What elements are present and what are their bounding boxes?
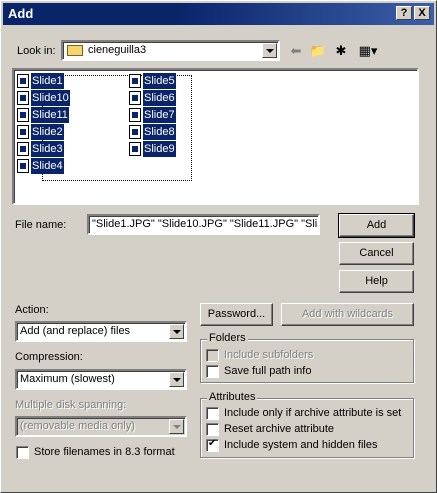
save-full-path-label: Save full path info (224, 365, 312, 377)
action-value: Add (and replace) files (20, 325, 131, 337)
system-hidden-checkbox[interactable] (206, 438, 219, 452)
title-bar[interactable]: Add ? X (3, 3, 434, 25)
include-subfolders-checkbox (206, 349, 219, 362)
compression-label: Compression: (15, 351, 83, 363)
file-name-value: "Slide1.JPG" "Slide10.JPG" "Slide11.JPG"… (92, 218, 318, 230)
add-dialog: Add ? X Look in: cieneguilla3 ⬅ 📁 ✱ ▦▾ S… (0, 0, 437, 493)
system-hidden-label: Include system and hidden files (224, 439, 378, 451)
look-in-dropdown-button[interactable] (262, 43, 277, 58)
image-file-icon (129, 74, 141, 88)
spanning-dropdown-button (169, 419, 184, 434)
image-file-icon (129, 142, 141, 156)
back-arrow-icon[interactable]: ⬅ (287, 42, 305, 60)
reset-archive-label: Reset archive attribute (224, 423, 335, 435)
compression-dropdown-button[interactable] (169, 372, 184, 387)
save-full-path-checkbox[interactable] (206, 365, 219, 378)
archive-only-checkbox[interactable] (206, 407, 219, 420)
reset-archive-checkbox[interactable] (206, 423, 219, 436)
image-file-icon (129, 125, 141, 139)
new-folder-icon[interactable]: ✱ (332, 42, 350, 60)
file-list[interactable]: Slide1 Slide10 Slide11 Slide2 Slide3 Sli… (12, 68, 419, 205)
folders-group-title: Folders (207, 332, 248, 344)
folders-group: Folders Include subfolders Save full pat… (200, 332, 414, 383)
spanning-value: (removable media only) (20, 420, 135, 432)
image-file-icon (17, 142, 29, 156)
window-title: Add (8, 6, 34, 21)
look-in-label: Look in: (17, 45, 56, 57)
compression-select[interactable]: Maximum (slowest) (15, 369, 187, 390)
up-folder-icon[interactable]: 📁 (309, 42, 327, 60)
folder-icon (67, 45, 83, 56)
store-83-checkbox[interactable] (16, 446, 29, 459)
image-file-icon (17, 108, 29, 122)
image-file-icon (129, 91, 141, 105)
store-83-label: Store filenames in 8.3 format (34, 446, 175, 458)
look-in-value: cieneguilla3 (88, 44, 147, 56)
spanning-select: (removable media only) (15, 416, 187, 437)
add-button[interactable]: Add (338, 213, 415, 238)
image-file-icon (17, 159, 29, 173)
attributes-group: Attributes Include only if archive attri… (200, 391, 414, 458)
cancel-button[interactable]: Cancel (339, 242, 414, 265)
image-file-icon (17, 91, 29, 105)
attributes-group-title: Attributes (207, 391, 258, 403)
password-button[interactable]: Password... (200, 303, 273, 326)
archive-only-label: Include only if archive attribute is set (224, 407, 402, 419)
look-in-combo[interactable]: cieneguilla3 (61, 40, 280, 61)
add-wildcards-button: Add with wildcards (281, 303, 414, 326)
close-button[interactable]: X (414, 6, 430, 20)
help-title-button[interactable]: ? (396, 6, 412, 20)
include-subfolders-label: Include subfolders (224, 349, 314, 361)
compression-value: Maximum (slowest) (20, 373, 115, 385)
file-name-label: File name: (15, 219, 67, 231)
image-file-icon (129, 108, 141, 122)
file-name-input[interactable]: "Slide1.JPG" "Slide10.JPG" "Slide11.JPG"… (87, 214, 320, 235)
action-label: Action: (15, 304, 49, 316)
view-menu-icon[interactable]: ▦▾ (356, 42, 380, 60)
image-file-icon (17, 74, 29, 88)
image-file-icon (17, 125, 29, 139)
action-dropdown-button[interactable] (169, 324, 184, 339)
action-select[interactable]: Add (and replace) files (15, 321, 187, 342)
help-button[interactable]: Help (339, 270, 414, 293)
spanning-label: Multiple disk spanning: (15, 399, 127, 411)
